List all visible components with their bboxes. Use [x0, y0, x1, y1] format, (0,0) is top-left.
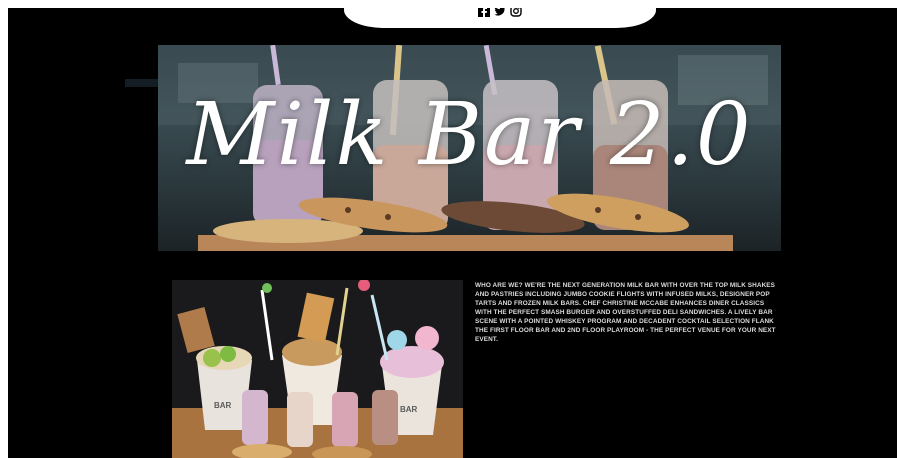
instagram-icon[interactable] [510, 8, 522, 17]
social-links-bar [344, 8, 656, 28]
twitter-icon[interactable] [494, 8, 506, 16]
page-body: Milk Bar 2.0 BAR BAR WHO ARE WE? WE'RE T… [8, 8, 897, 458]
milkshake-photo: BAR BAR [172, 280, 463, 458]
bottle-label-text-2: BAR [400, 405, 418, 414]
facebook-icon[interactable] [478, 8, 490, 17]
bottle-label-text: BAR [214, 401, 232, 410]
hero-banner: Milk Bar 2.0 [158, 45, 781, 251]
about-text: WHO ARE WE? WE'RE THE NEXT GENERATION MI… [475, 282, 776, 343]
hero-title: Milk Bar 2.0 [186, 85, 753, 185]
milkshake-image: BAR BAR [172, 280, 463, 458]
